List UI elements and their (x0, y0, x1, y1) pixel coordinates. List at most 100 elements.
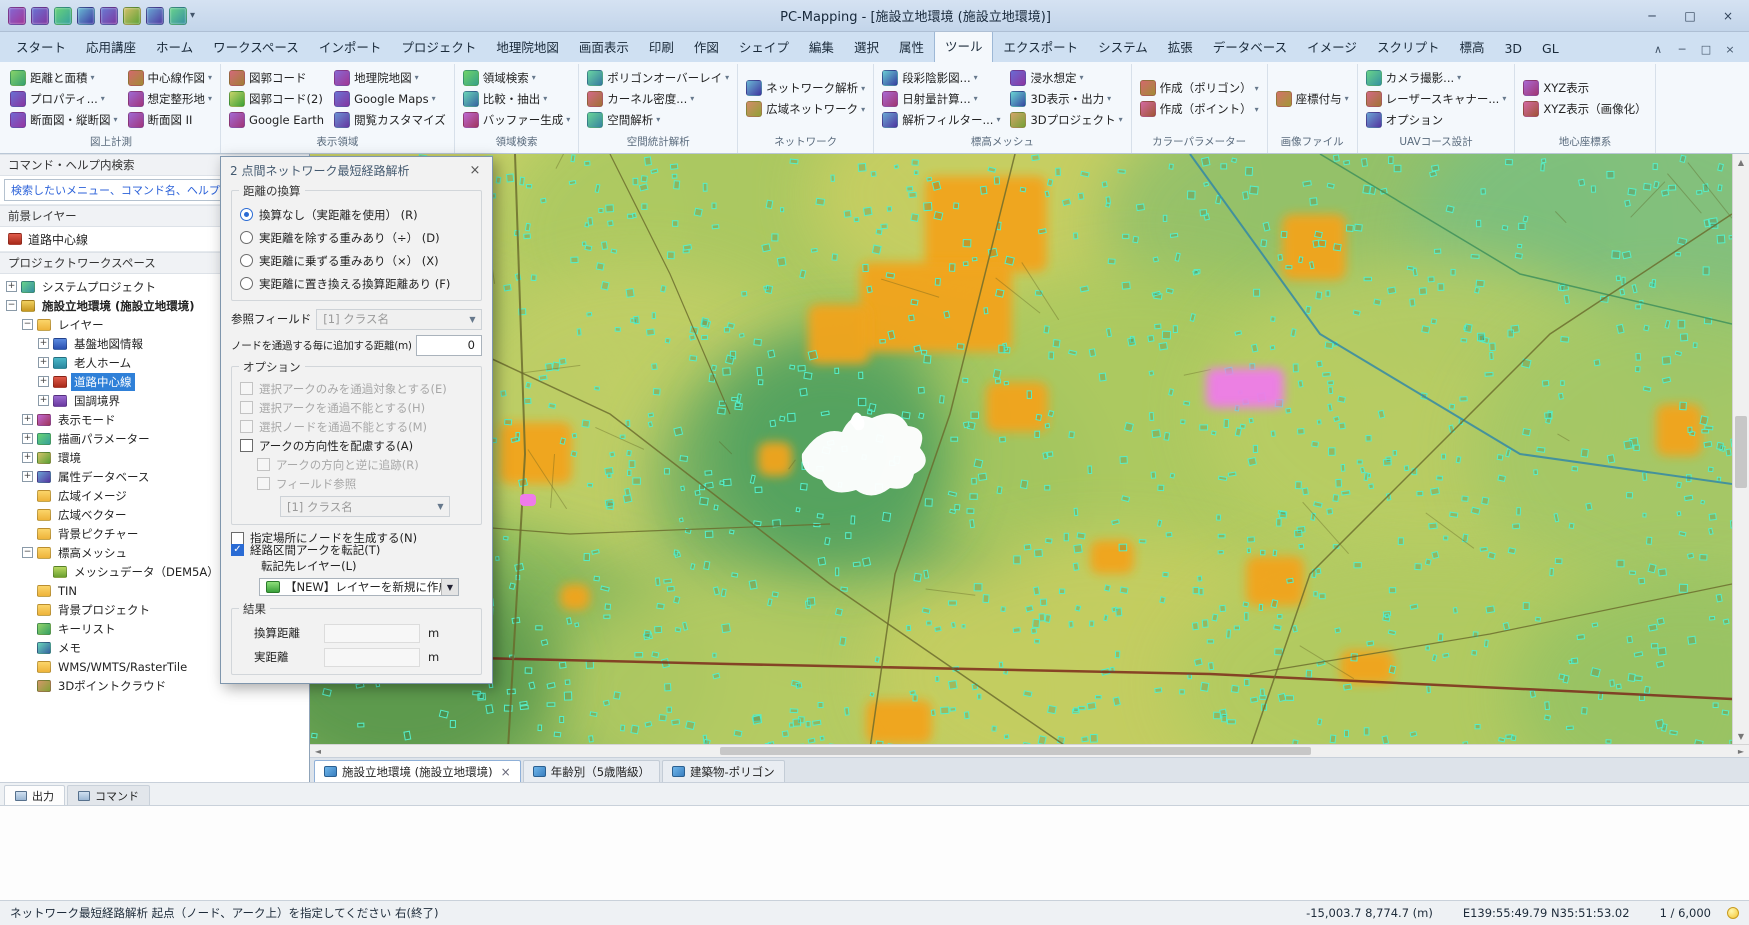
document-tab-1[interactable]: 年齢別（5歳階級） (523, 760, 660, 782)
ribbon-button[interactable]: 3D表示・出力▾ (1006, 89, 1126, 109)
transfer-arc-checkbox[interactable]: ✓ (231, 544, 244, 556)
ribbon-button[interactable]: 閲覧カスタマイズ (330, 110, 450, 130)
expand-icon[interactable]: + (38, 357, 49, 368)
close-tab-icon[interactable]: × (501, 765, 511, 779)
child-restore-icon[interactable]: □ (1697, 43, 1715, 56)
menu-tab-8[interactable]: 印刷 (639, 32, 684, 62)
menu-tab-20[interactable]: スクリプト (1367, 32, 1450, 62)
menu-tab-9[interactable]: 作図 (684, 32, 729, 62)
ribbon-button[interactable]: 図郭コード(2) (225, 89, 328, 109)
menu-tab-13[interactable]: 属性 (889, 32, 934, 62)
ribbon-button[interactable]: カメラ撮影...▾ (1362, 68, 1511, 88)
scroll-up-icon[interactable]: ▲ (1733, 154, 1749, 170)
output-tab-1[interactable]: コマンド (67, 785, 150, 805)
scroll-down-icon[interactable]: ▼ (1733, 728, 1749, 744)
radio-option[interactable]: 実距離に乗ずる重みあり（×） (X) (240, 249, 473, 272)
import-icon[interactable] (77, 7, 95, 25)
menu-tab-12[interactable]: 選択 (844, 32, 889, 62)
ribbon-button[interactable]: バッファー生成▾ (459, 110, 575, 130)
menu-tab-0[interactable]: スタート (6, 32, 76, 62)
combo-dropdown-icon[interactable]: ▼ (441, 579, 458, 595)
settings-gear-icon[interactable] (146, 7, 164, 25)
menu-tab-2[interactable]: ホーム (146, 32, 203, 62)
ribbon-button[interactable]: 空間解析▾ (583, 110, 733, 130)
expand-icon[interactable]: + (22, 414, 33, 425)
menu-tab-22[interactable]: 3D (1494, 36, 1532, 62)
map-canvas[interactable] (310, 154, 1732, 744)
child-minimize-icon[interactable]: ─ (1673, 43, 1691, 56)
expand-icon[interactable]: + (22, 452, 33, 463)
mesh-tools-icon[interactable] (169, 7, 187, 25)
expand-icon[interactable]: + (38, 338, 49, 349)
create-node-checkbox[interactable] (231, 532, 244, 544)
ribbon-button[interactable]: 広域ネットワーク▾ (742, 99, 869, 119)
menu-tab-6[interactable]: 地理院地図 (486, 32, 569, 62)
ribbon-button[interactable]: Google Maps▾ (330, 89, 450, 109)
dialog-close-icon[interactable]: × (460, 159, 490, 181)
ribbon-button[interactable]: ネットワーク解析▾ (742, 78, 869, 98)
radio-button[interactable] (240, 277, 253, 290)
ribbon-button[interactable]: プロパティ...▾ (6, 89, 122, 109)
menu-tab-4[interactable]: インポート (309, 32, 392, 62)
vertical-scrollbar[interactable]: ▲ ▼ (1732, 154, 1749, 744)
output-tab-0[interactable]: 出力 (4, 785, 65, 805)
menu-tab-5[interactable]: プロジェクト (391, 32, 486, 62)
toolbar-customize-icon[interactable]: ▾ (187, 10, 198, 21)
scroll-left-icon[interactable]: ◄ (310, 745, 326, 757)
ribbon-button[interactable]: 距離と面積▾ (6, 68, 122, 88)
ribbon-button[interactable]: XYZ表示 (1519, 78, 1650, 98)
close-button[interactable]: × (1709, 0, 1747, 31)
maximize-button[interactable]: □ (1671, 0, 1709, 31)
menu-tab-10[interactable]: シェイプ (729, 32, 799, 62)
new-document-icon[interactable] (8, 7, 26, 25)
ribbon-button[interactable]: 領域検索▾ (459, 68, 575, 88)
attribute-view-icon[interactable] (123, 7, 141, 25)
transfer-arc-option[interactable]: ✓ 経路区間アークを転記(T) (231, 544, 482, 556)
collapse-icon[interactable]: − (6, 300, 17, 311)
ribbon-button[interactable]: XYZ表示（画像化） (1519, 99, 1650, 119)
open-project-icon[interactable] (31, 7, 49, 25)
menu-tab-21[interactable]: 標高 (1449, 32, 1494, 62)
child-close-icon[interactable]: × (1721, 43, 1739, 56)
ribbon-button[interactable]: 作成（ポリゴン）▾ (1136, 78, 1263, 98)
transfer-layer-combo[interactable]: 【NEW】レイヤーを新規に作成 ▼ (259, 578, 459, 596)
checkbox-option[interactable]: アークの方向性を配慮する(A) (240, 436, 473, 455)
radio-option[interactable]: 換算なし（実距離を使用） (R) (240, 203, 473, 226)
ribbon-button[interactable]: 地理院地図▾ (330, 68, 450, 88)
ribbon-collapse-icon[interactable]: ∧ (1649, 43, 1667, 56)
collapse-icon[interactable]: − (22, 319, 33, 330)
menu-tab-16[interactable]: システム (1088, 32, 1158, 62)
menu-tab-7[interactable]: 画面表示 (569, 32, 639, 62)
close-project-icon[interactable] (54, 7, 72, 25)
ribbon-button[interactable]: 断面図 II (124, 110, 217, 130)
radio-option[interactable]: 実距離を除する重みあり（÷） (D) (240, 226, 473, 249)
menu-tab-11[interactable]: 編集 (799, 32, 844, 62)
minimize-button[interactable]: ─ (1633, 0, 1671, 31)
ribbon-button[interactable]: 比較・抽出▾ (459, 89, 575, 109)
vertical-scroll-thumb[interactable] (1735, 416, 1747, 488)
ribbon-button[interactable]: 解析フィルター...▾ (878, 110, 1004, 130)
node-distance-input[interactable]: 0 (416, 335, 482, 356)
expand-icon[interactable]: + (6, 281, 17, 292)
document-tab-2[interactable]: 建築物-ポリゴン (662, 760, 785, 782)
scroll-right-icon[interactable]: ► (1733, 745, 1749, 757)
collapse-icon[interactable]: − (22, 547, 33, 558)
layer-list-icon[interactable] (100, 7, 118, 25)
menu-tab-23[interactable]: GL (1532, 36, 1569, 62)
ribbon-button[interactable]: オプション (1362, 110, 1511, 130)
ribbon-button[interactable]: 作成（ポイント）▾ (1136, 99, 1263, 119)
menu-tab-1[interactable]: 応用講座 (76, 32, 146, 62)
menu-tab-19[interactable]: イメージ (1297, 32, 1367, 62)
horizontal-scroll-thumb[interactable] (720, 747, 1311, 755)
document-tab-0[interactable]: 施設立地環境 (施設立地環境)× (314, 760, 521, 782)
radio-button[interactable] (240, 231, 253, 244)
ribbon-button[interactable]: 段彩陰影図...▾ (878, 68, 1004, 88)
radio-button[interactable] (240, 254, 253, 267)
ribbon-button[interactable]: 中心線作図▾ (124, 68, 217, 88)
ribbon-button[interactable]: 日射量計算...▾ (878, 89, 1004, 109)
ribbon-button[interactable]: 図郭コード (225, 68, 328, 88)
create-node-option[interactable]: 指定場所にノードを生成する(N) (231, 532, 482, 544)
ribbon-button[interactable]: 座標付与▾ (1272, 89, 1353, 109)
ribbon-button[interactable]: カーネル密度...▾ (583, 89, 733, 109)
expand-icon[interactable]: + (38, 376, 49, 387)
